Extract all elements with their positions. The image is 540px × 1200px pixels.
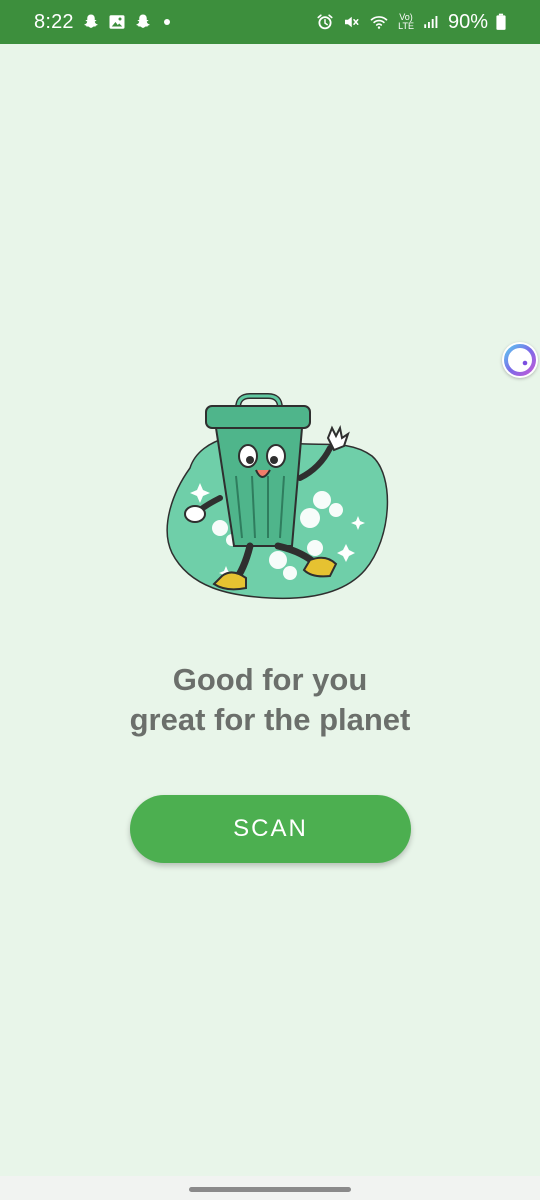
battery-percent: 90% [447,10,488,33]
scan-button[interactable]: SCAN [130,795,411,863]
wifi-icon [370,16,388,29]
home-indicator[interactable] [189,1187,351,1192]
gallery-icon [109,15,125,29]
notification-dot-icon [163,19,170,25]
volte-icon: Vo) LTE [398,13,414,31]
alarm-icon [317,14,333,30]
volte-bottom-label: LTE [398,21,414,31]
tagline-line-2: great for the planet [129,702,411,737]
walking-trash-can-icon [166,393,389,600]
mute-icon [345,16,359,28]
snapchat-icon-2 [136,14,150,28]
battery-icon [496,13,506,30]
status-right: Vo) LTE 90% [316,11,506,34]
status-left: 8:22 [34,11,170,34]
tagline: Good for you great for the planet [0,660,540,740]
status-time: 8:22 [34,10,74,33]
assistant-bubble[interactable] [502,342,538,378]
tagline-line-1: Good for you [172,662,368,697]
status-bar: 8:22 Vo) LTE 90% [0,0,540,44]
snapchat-icon [84,14,98,28]
assistant-bubble-icon [504,344,536,376]
signal-icon [424,16,438,28]
